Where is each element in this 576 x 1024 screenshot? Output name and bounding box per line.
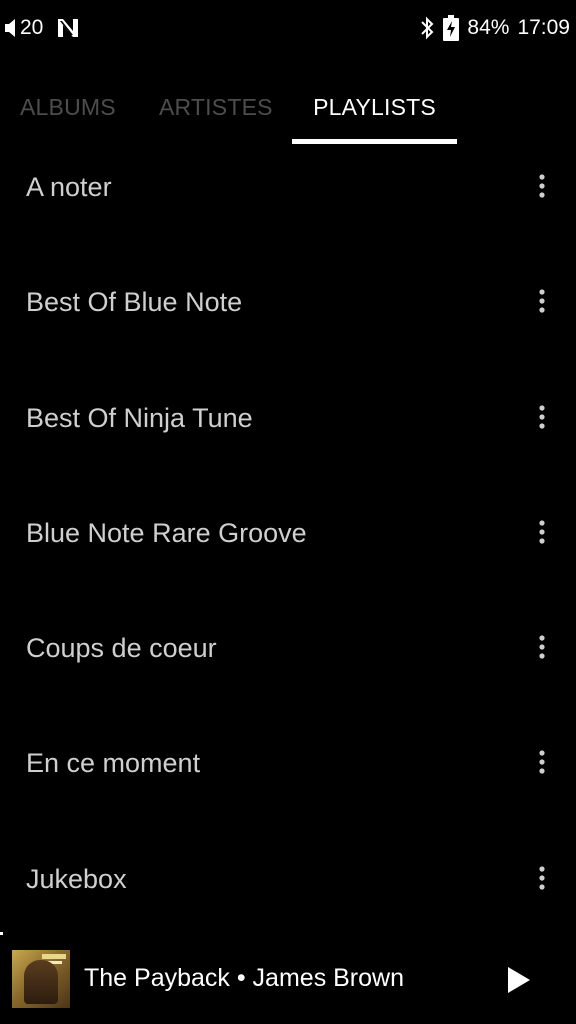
clock: 17:09: [517, 16, 570, 39]
status-bar: 20 84% 17:09: [0, 0, 576, 56]
more-vert-icon[interactable]: [530, 168, 554, 204]
more-vert-icon[interactable]: [530, 744, 554, 780]
playlist-label: Coups de coeur: [26, 633, 217, 664]
album-art-band: [42, 954, 66, 959]
volume-icon: [4, 17, 18, 39]
playlist-label: A noter: [26, 172, 112, 202]
more-vert-icon[interactable]: [530, 629, 554, 665]
bluetooth-icon: [419, 16, 435, 40]
battery-percent: 84%: [467, 16, 510, 39]
album-art[interactable]: [12, 950, 70, 1008]
list-item[interactable]: Blue Note Rare Groove: [0, 476, 576, 591]
more-vert-icon[interactable]: [530, 399, 554, 435]
album-art-figure: [24, 960, 58, 1004]
more-vert-icon[interactable]: [530, 860, 554, 896]
playlist-label: Best Of Ninja Tune: [26, 402, 253, 433]
now-playing-title[interactable]: The Payback • James Brown: [84, 964, 404, 993]
list-item[interactable]: A noter: [0, 130, 576, 245]
list-item[interactable]: Best Of Ninja Tune: [0, 361, 576, 476]
playlist-list: A noter Best Of Blue Note Best Of Ninja …: [0, 130, 576, 937]
playlist-label: Jukebox: [26, 863, 127, 894]
battery-charging-icon: [443, 15, 460, 41]
play-icon[interactable]: [500, 962, 536, 998]
list-item[interactable]: Coups de coeur: [0, 591, 576, 706]
list-item[interactable]: Best Of Blue Note: [0, 245, 576, 360]
playlist-label: En ce moment: [26, 748, 201, 779]
playlist-label: Blue Note Rare Groove: [26, 517, 307, 548]
more-vert-icon[interactable]: [530, 283, 554, 319]
scroll-marker: [0, 932, 3, 935]
status-left: 20: [4, 16, 79, 40]
more-vert-icon[interactable]: [530, 514, 554, 550]
list-item[interactable]: En ce moment: [0, 706, 576, 821]
mini-player[interactable]: The Payback • James Brown: [0, 946, 576, 1012]
list-item[interactable]: Jukebox: [0, 822, 576, 937]
notification-n-icon: [57, 18, 79, 38]
playlist-label: Best Of Blue Note: [26, 287, 243, 318]
status-right: 84% 17:09: [419, 15, 570, 41]
volume-level: 20: [20, 16, 44, 39]
